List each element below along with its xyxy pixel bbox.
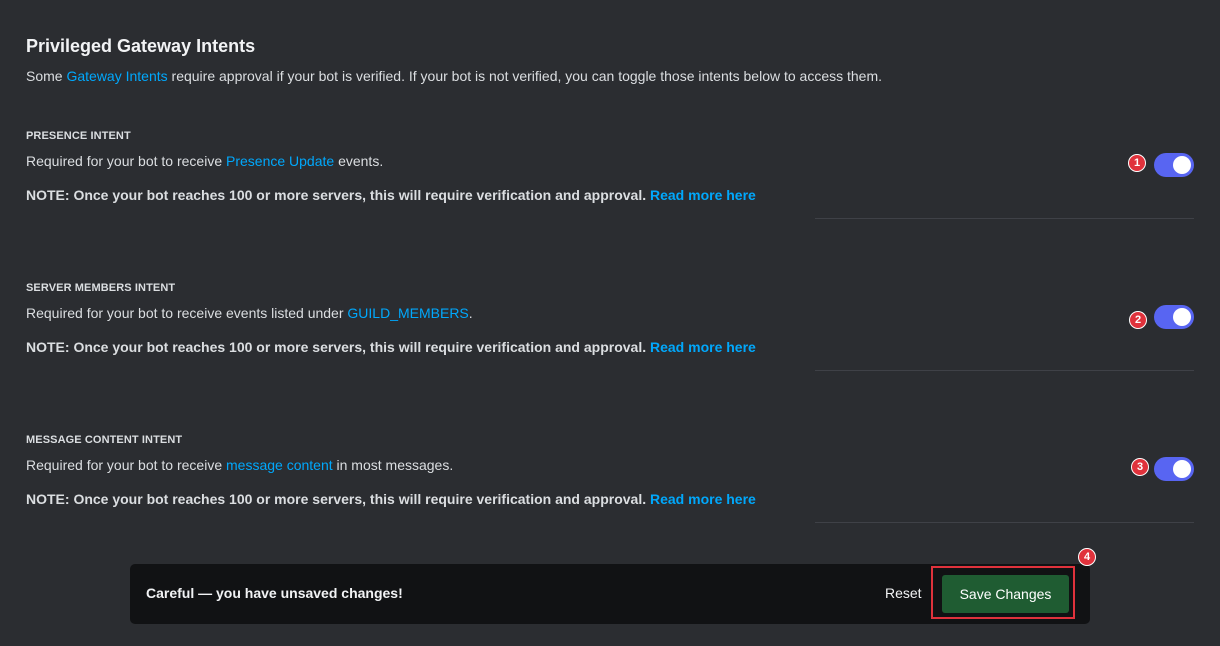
presence-update-link[interactable]: Presence Update <box>226 153 334 169</box>
read-more-link[interactable]: Read more here <box>650 339 756 355</box>
intent-heading: SERVER MEMBERS INTENT <box>26 282 176 294</box>
intent-note: NOTE: Once your bot reaches 100 or more … <box>26 491 756 507</box>
save-changes-button[interactable]: Save Changes <box>942 575 1069 613</box>
section-divider <box>815 370 1194 371</box>
intent-description: Required for your bot to receive Presenc… <box>26 153 383 169</box>
server-members-intent-toggle[interactable] <box>1154 305 1194 329</box>
read-more-link[interactable]: Read more here <box>650 187 756 203</box>
bot-settings-page: Privileged Gateway Intents Some Gateway … <box>0 0 1220 646</box>
intent-note-text: NOTE: Once your bot reaches 100 or more … <box>26 491 647 507</box>
guild-members-link[interactable]: GUILD_MEMBERS <box>347 305 468 321</box>
unsaved-changes-message: Careful — you have unsaved changes! <box>146 585 403 601</box>
toggle-knob <box>1173 156 1191 174</box>
message-content-link[interactable]: message content <box>226 457 333 473</box>
annotation-marker-3: 3 <box>1131 458 1149 476</box>
page-subtitle: Some Gateway Intents require approval if… <box>26 68 882 84</box>
intent-note-text: NOTE: Once your bot reaches 100 or more … <box>26 339 647 355</box>
gateway-intents-link[interactable]: Gateway Intents <box>66 68 167 84</box>
intent-desc-before: Required for your bot to receive events … <box>26 305 348 321</box>
annotation-marker-1: 1 <box>1128 154 1146 172</box>
presence-intent-toggle[interactable] <box>1154 153 1194 177</box>
reset-button[interactable]: Reset <box>885 585 922 601</box>
intent-description: Required for your bot to receive events … <box>26 305 473 321</box>
page-title: Privileged Gateway Intents <box>26 36 256 56</box>
intent-heading: MESSAGE CONTENT INTENT <box>26 434 183 446</box>
section-divider <box>815 522 1194 523</box>
annotation-marker-2: 2 <box>1129 311 1147 329</box>
toggle-knob <box>1173 460 1191 478</box>
unsaved-changes-bar: Careful — you have unsaved changes! Rese… <box>130 564 1090 624</box>
message-content-intent-toggle[interactable] <box>1154 457 1194 481</box>
intent-heading: PRESENCE INTENT <box>26 130 131 142</box>
intent-desc-after: in most messages. <box>332 457 454 473</box>
subtitle-text-before: Some <box>26 68 67 84</box>
intent-desc-after: . <box>468 305 473 321</box>
subtitle-text-after: require approval if your bot is verified… <box>167 68 883 84</box>
intent-description: Required for your bot to receive message… <box>26 457 453 473</box>
annotation-marker-4: 4 <box>1078 548 1096 566</box>
intent-desc-before: Required for your bot to receive <box>26 153 226 169</box>
toggle-knob <box>1173 308 1191 326</box>
intent-note: NOTE: Once your bot reaches 100 or more … <box>26 187 756 203</box>
section-divider <box>815 218 1194 219</box>
intent-desc-after: events. <box>334 153 384 169</box>
intent-note-text: NOTE: Once your bot reaches 100 or more … <box>26 187 647 203</box>
read-more-link[interactable]: Read more here <box>650 491 756 507</box>
intent-note: NOTE: Once your bot reaches 100 or more … <box>26 339 756 355</box>
intent-desc-before: Required for your bot to receive <box>26 457 226 473</box>
